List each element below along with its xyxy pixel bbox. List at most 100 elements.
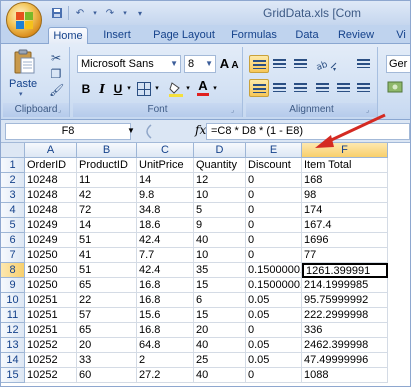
font-size-combo[interactable]: 8 ▼ <box>184 55 216 73</box>
cell-e11[interactable]: 0.05 <box>246 308 302 323</box>
cell-f3[interactable]: 98 <box>302 188 388 203</box>
cell-b13[interactable]: 20 <box>77 338 137 353</box>
cell-b2[interactable]: 11 <box>77 173 137 188</box>
font-family-combo[interactable]: Microsoft Sans ▼ <box>77 55 181 73</box>
cell-d2[interactable]: 12 <box>194 173 246 188</box>
cell-c4[interactable]: 34.8 <box>137 203 194 218</box>
cell-e9[interactable]: 0.15000001 <box>246 278 302 293</box>
cell-d14[interactable]: 25 <box>194 353 246 368</box>
row-header-11[interactable]: 11 <box>1 308 25 323</box>
row-header-6[interactable]: 6 <box>1 233 25 248</box>
row-header-2[interactable]: 2 <box>1 173 25 188</box>
cell-b9[interactable]: 65 <box>77 278 137 293</box>
cell-e1[interactable]: Discount <box>246 158 302 173</box>
cell-d9[interactable]: 15 <box>194 278 246 293</box>
cell-d1[interactable]: Quantity <box>194 158 246 173</box>
cell-f13[interactable]: 2462.399998 <box>302 338 388 353</box>
select-all-corner[interactable] <box>1 143 25 158</box>
column-header-f[interactable]: F <box>302 143 388 158</box>
row-header-1[interactable]: 1 <box>1 158 25 173</box>
alignment-launcher-icon[interactable]: ⌟ <box>366 106 375 115</box>
customize-qat-icon[interactable]: ▾ <box>132 5 148 21</box>
tab-formulas[interactable]: Formulas <box>229 27 279 44</box>
office-button[interactable] <box>6 2 42 38</box>
column-header-c[interactable]: C <box>137 143 194 158</box>
active-cell-f8[interactable]: 1261.399991 <box>302 263 388 278</box>
cell-e10[interactable]: 0.05 <box>246 293 302 308</box>
underline-dropdown-icon[interactable]: ▾ <box>125 80 133 98</box>
fill-color-icon[interactable] <box>169 81 183 97</box>
cell-e5[interactable]: 0 <box>246 218 302 233</box>
tab-home[interactable]: Home <box>48 27 88 44</box>
row-header-12[interactable]: 12 <box>1 323 25 338</box>
cell-f6[interactable]: 1696 <box>302 233 388 248</box>
align-right-button[interactable] <box>291 79 311 97</box>
cell-e14[interactable]: 0.05 <box>246 353 302 368</box>
fill-color-dropdown-icon[interactable]: ▾ <box>184 80 192 98</box>
row-header-10[interactable]: 10 <box>1 293 25 308</box>
cell-f15[interactable]: 1088 <box>302 368 388 383</box>
cell-d6[interactable]: 40 <box>194 233 246 248</box>
clipboard-launcher-icon[interactable]: ⌟ <box>58 106 67 115</box>
row-header-9[interactable]: 9 <box>1 278 25 293</box>
cell-a4[interactable]: 10248 <box>25 203 77 218</box>
cell-c5[interactable]: 18.6 <box>137 218 194 233</box>
cell-b8[interactable]: 51 <box>77 263 137 278</box>
align-middle-button[interactable] <box>270 55 290 73</box>
cell-c11[interactable]: 15.6 <box>137 308 194 323</box>
cell-d15[interactable]: 40 <box>194 368 246 383</box>
name-box-dropdown-icon[interactable]: ▼ <box>127 126 135 135</box>
align-center-button[interactable] <box>270 79 290 97</box>
row-header-7[interactable]: 7 <box>1 248 25 263</box>
cell-b11[interactable]: 57 <box>77 308 137 323</box>
cell-a13[interactable]: 10252 <box>25 338 77 353</box>
row-header-15[interactable]: 15 <box>1 368 25 383</box>
cell-f2[interactable]: 168 <box>302 173 388 188</box>
cell-a8[interactable]: 10250 <box>25 263 77 278</box>
cell-e2[interactable]: 0 <box>246 173 302 188</box>
cell-f4[interactable]: 174 <box>302 203 388 218</box>
cell-e8[interactable]: 0.15000001 <box>246 263 302 278</box>
tab-view[interactable]: Vi <box>391 27 410 44</box>
cell-c10[interactable]: 16.8 <box>137 293 194 308</box>
cell-f10[interactable]: 95.75999992 <box>302 293 388 308</box>
format-painter-icon[interactable]: 🖌 <box>49 83 64 97</box>
row-header-5[interactable]: 5 <box>1 218 25 233</box>
formula-bar-splitter[interactable] <box>141 123 203 140</box>
cell-c14[interactable]: 2 <box>137 353 194 368</box>
cell-b12[interactable]: 65 <box>77 323 137 338</box>
font-color-dropdown-icon[interactable]: ▾ <box>211 80 219 98</box>
font-size-dropdown-icon[interactable]: ▼ <box>205 56 213 72</box>
cell-b14[interactable]: 33 <box>77 353 137 368</box>
cell-f1[interactable]: Item Total <box>302 158 388 173</box>
cell-a12[interactable]: 10251 <box>25 323 77 338</box>
cell-a2[interactable]: 10248 <box>25 173 77 188</box>
tab-data[interactable]: Data <box>291 27 323 44</box>
decrease-indent-button[interactable] <box>313 79 333 97</box>
cell-d8[interactable]: 35 <box>194 263 246 278</box>
cell-e6[interactable]: 0 <box>246 233 302 248</box>
cell-b7[interactable]: 41 <box>77 248 137 263</box>
column-header-b[interactable]: B <box>77 143 137 158</box>
font-color-button[interactable]: A <box>197 78 209 96</box>
row-header-8[interactable]: 8 <box>1 263 25 278</box>
cell-e7[interactable]: 0 <box>246 248 302 263</box>
dropdown-icon[interactable]: ▾ <box>121 5 129 21</box>
cell-c13[interactable]: 64.8 <box>137 338 194 353</box>
cell-c7[interactable]: 7.7 <box>137 248 194 263</box>
cell-a14[interactable]: 10252 <box>25 353 77 368</box>
increase-indent-button[interactable] <box>334 79 354 97</box>
cell-c6[interactable]: 42.4 <box>137 233 194 248</box>
cell-c8[interactable]: 42.4 <box>137 263 194 278</box>
cell-a1[interactable]: OrderID <box>25 158 77 173</box>
wrap-text-button[interactable] <box>354 55 374 73</box>
save-icon[interactable] <box>49 5 65 21</box>
tab-page-layout[interactable]: Page Layout <box>149 27 219 44</box>
font-launcher-icon[interactable]: ⌟ <box>231 106 240 115</box>
cell-b6[interactable]: 51 <box>77 233 137 248</box>
cell-a7[interactable]: 10250 <box>25 248 77 263</box>
row-header-3[interactable]: 3 <box>1 188 25 203</box>
cell-b5[interactable]: 14 <box>77 218 137 233</box>
row-header-13[interactable]: 13 <box>1 338 25 353</box>
cell-d13[interactable]: 40 <box>194 338 246 353</box>
